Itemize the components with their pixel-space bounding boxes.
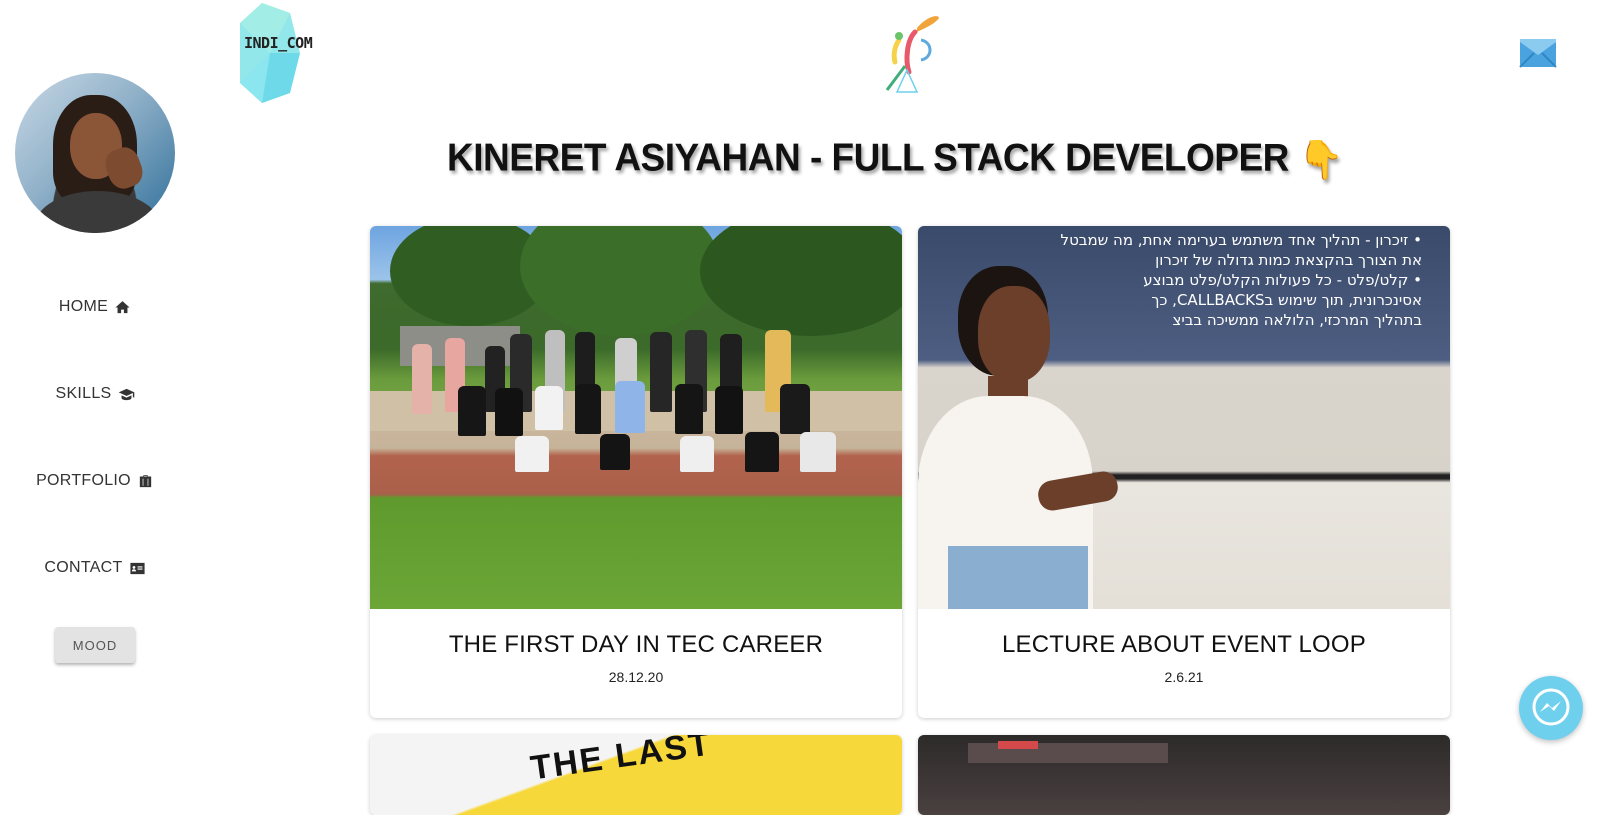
sidebar-item-label: CONTACT	[44, 559, 123, 576]
card-date: 2.6.21	[1164, 669, 1204, 685]
slide-line: את הצורך בהקצאת כמות גדולה של זיכרון	[1155, 251, 1422, 269]
messenger-chat-button[interactable]	[1519, 676, 1583, 740]
sidebar-item-label: PORTFOLIO	[36, 472, 131, 489]
sidebar-item-label: SKILLS	[55, 385, 112, 402]
sidebar: HOME SKILLS PORTFOLIO CONTACT MOOD	[0, 0, 190, 761]
card-date: 28.12.20	[608, 669, 664, 685]
indi-com-logo-icon[interactable]	[240, 3, 310, 103]
card-photo	[918, 735, 1450, 815]
address-card-icon	[130, 562, 145, 574]
slide-line: • זיכרון - תהליך אחד משתמש בערימה אחת, מ…	[1060, 231, 1422, 249]
card-photo: THE LAST	[370, 735, 902, 815]
center-brand-logo-icon	[885, 16, 939, 93]
sidebar-item-contact[interactable]: CONTACT	[0, 559, 190, 577]
slide-line: אסינכרונית, תוך שימוש בCALLBACKS, כך	[1151, 291, 1422, 309]
sidebar-item-label: HOME	[58, 298, 109, 315]
sidebar-item-skills[interactable]: SKILLS	[0, 385, 190, 403]
page-title-text: KINERET ASIYAHAN - FULL STACK DEVELOPER	[447, 135, 1289, 179]
portfolio-card[interactable]: • זיכרון - תהליך אחד משתמש בערימה אחת, מ…	[918, 226, 1450, 718]
slide-line: בתהליך המרכזי, הלולאה ממשיכה בביצ	[1172, 311, 1423, 329]
group-photo	[370, 226, 902, 609]
pointing-down-hand-icon: 👇	[1298, 138, 1344, 182]
partial-banner-text: THE LAST	[528, 735, 714, 788]
briefcase-icon	[139, 474, 152, 487]
portfolio-card[interactable]	[918, 735, 1450, 815]
mood-button[interactable]: MOOD	[55, 627, 135, 663]
envelope-icon[interactable]	[1518, 33, 1558, 71]
slide-line: • קלט/פלט - כל פעולות הקלט/פלט מבוצע	[1143, 271, 1422, 289]
portfolio-card[interactable]: THE FIRST DAY IN TEC CAREER 28.12.20	[370, 226, 902, 718]
page-title: KINERET ASIYAHAN - FULL STACK DEVELOPER …	[0, 136, 1600, 182]
lecture-photo: • זיכרון - תהליך אחד משתמש בערימה אחת, מ…	[918, 226, 1450, 609]
sidebar-item-portfolio[interactable]: PORTFOLIO	[0, 472, 190, 490]
graduation-cap-icon	[118, 388, 134, 400]
portfolio-card[interactable]: THE LAST	[370, 735, 902, 815]
sidebar-item-home[interactable]: HOME	[0, 298, 190, 316]
lecture-slide-text: • זיכרון - תהליך אחד משתמש בערימה אחת, מ…	[1061, 230, 1422, 330]
card-title: THE FIRST DAY IN TEC CAREER	[448, 631, 824, 658]
home-icon	[115, 300, 130, 313]
card-title: LECTURE ABOUT EVENT LOOP	[1001, 631, 1366, 658]
logo-text: INDI_COM	[244, 34, 313, 52]
messenger-icon	[1532, 688, 1570, 726]
